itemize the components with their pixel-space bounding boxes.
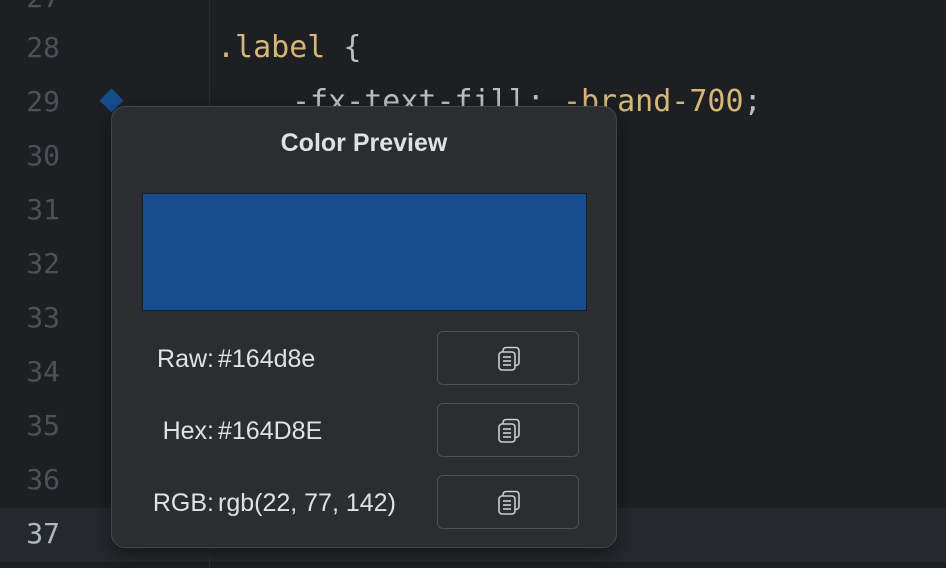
copy-raw-button[interactable] [437, 331, 579, 385]
line-number: 33 [26, 301, 60, 334]
raw-value: #164d8e [218, 345, 316, 373]
raw-row: Raw: #164d8e [112, 331, 616, 387]
hex-value: #164D8E [218, 417, 323, 445]
hex-label: Hex: [162, 417, 214, 445]
rgb-label: RGB: [152, 489, 214, 517]
color-swatch [142, 193, 587, 311]
copy-hex-button[interactable] [437, 403, 579, 457]
copy-icon [498, 490, 520, 515]
line-number: 32 [26, 247, 60, 280]
css-semicolon: ; [743, 84, 762, 119]
line-number: 27 [0, 0, 60, 18]
rgb-row: RGB: rgb(22, 77, 142) [112, 475, 616, 531]
copy-rgb-button[interactable] [437, 475, 579, 529]
line-number: 35 [26, 409, 60, 442]
css-brace: { [325, 30, 362, 65]
line-number: 34 [26, 355, 60, 388]
line-number: 30 [26, 139, 60, 172]
css-selector: .label [217, 30, 326, 65]
code-line-28: .label { [217, 28, 362, 68]
popup-title: Color Preview [280, 129, 448, 157]
line-number-current: 37 [26, 517, 60, 550]
line-number: 29 [26, 85, 60, 118]
line-number: 31 [26, 193, 60, 226]
line-number: 36 [26, 463, 60, 496]
hex-row: Hex: #164D8E [112, 403, 616, 459]
color-preview-popup: Color Preview Raw: #164d8e Hex: #164D8E [111, 106, 617, 548]
raw-label: Raw: [157, 345, 214, 373]
copy-icon [498, 418, 520, 443]
copy-icon [498, 346, 520, 371]
line-number: 28 [26, 31, 60, 64]
rgb-value: rgb(22, 77, 142) [218, 489, 396, 517]
